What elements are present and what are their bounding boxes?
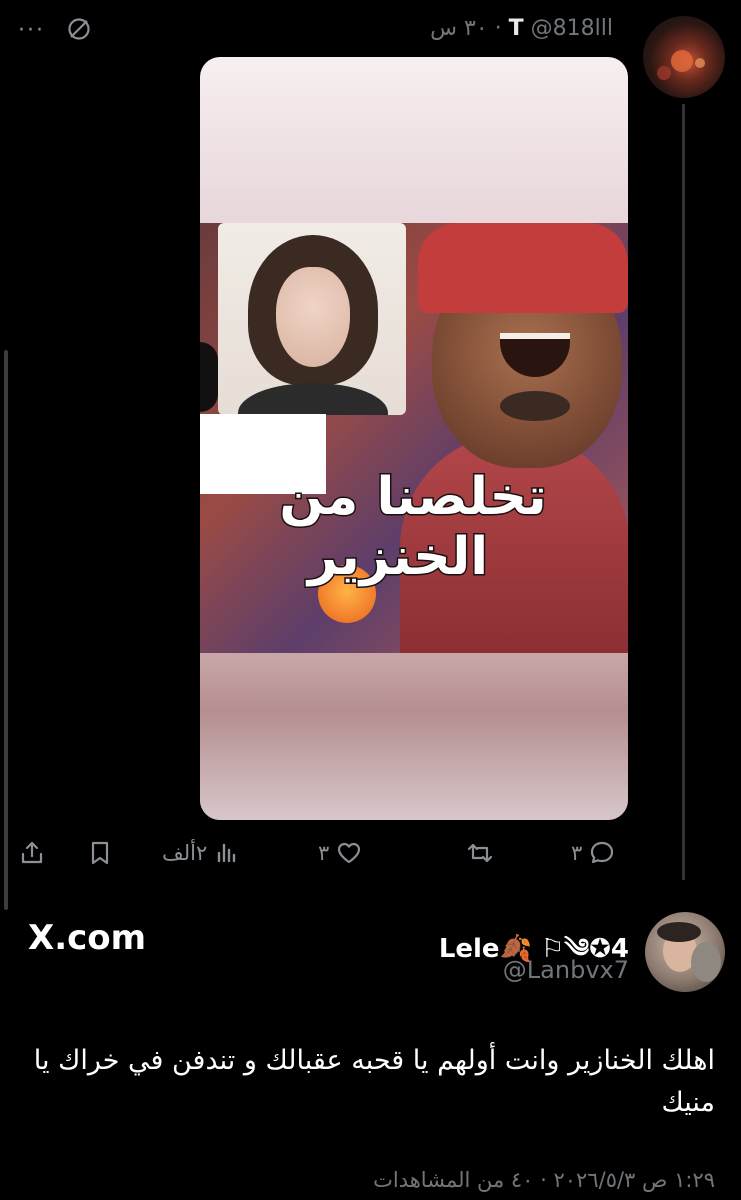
share-button[interactable] <box>18 836 46 870</box>
views-count: ٢ألف <box>162 841 208 865</box>
display-name[interactable]: T <box>509 16 524 41</box>
tweet-media-image[interactable]: تخلصنا من الخنزير <box>200 57 628 820</box>
avatar[interactable] <box>643 16 725 98</box>
share-icon <box>21 841 43 864</box>
handle[interactable]: @818lll <box>531 16 613 41</box>
reply-button[interactable]: ٣ <box>565 836 616 870</box>
reply-meta: ١:٢٩ ص ٢٠٢٦/٥/٣ · ٤٠ من المشاهدات <box>373 1168 715 1192</box>
like-button[interactable]: ٣ <box>312 836 363 870</box>
reply-text: اهلك الخنازير وانت أولهم يا قحبه عقبالك … <box>33 1045 715 1118</box>
more-icon[interactable]: ··· <box>18 18 45 43</box>
like-count: ٣ <box>318 841 330 865</box>
retweet-button[interactable] <box>466 836 506 870</box>
views-icon <box>218 843 236 863</box>
bookmark-icon <box>91 841 109 865</box>
media-caption: تخلصنا من الخنزير <box>278 466 548 589</box>
xcom-watermark: X.com <box>28 918 147 958</box>
reply-handle[interactable]: @Lanbvx7 <box>503 956 629 984</box>
timestamp[interactable]: ٣٠ س <box>430 16 488 41</box>
tweet-meta: T @818lll · ٣٠ س <box>430 16 613 41</box>
block-icon[interactable] <box>66 16 92 42</box>
retweet-icon <box>467 843 493 863</box>
thread-line <box>682 104 685 880</box>
scrollbar[interactable] <box>4 350 8 910</box>
bookmark-button[interactable] <box>86 836 114 870</box>
reply-icon <box>591 841 614 864</box>
reply-count: ٣ <box>571 841 583 865</box>
reply-avatar[interactable] <box>645 912 725 992</box>
pip-portrait <box>218 223 406 415</box>
views-button[interactable]: ٢ألف <box>156 836 241 870</box>
like-icon <box>338 842 361 864</box>
